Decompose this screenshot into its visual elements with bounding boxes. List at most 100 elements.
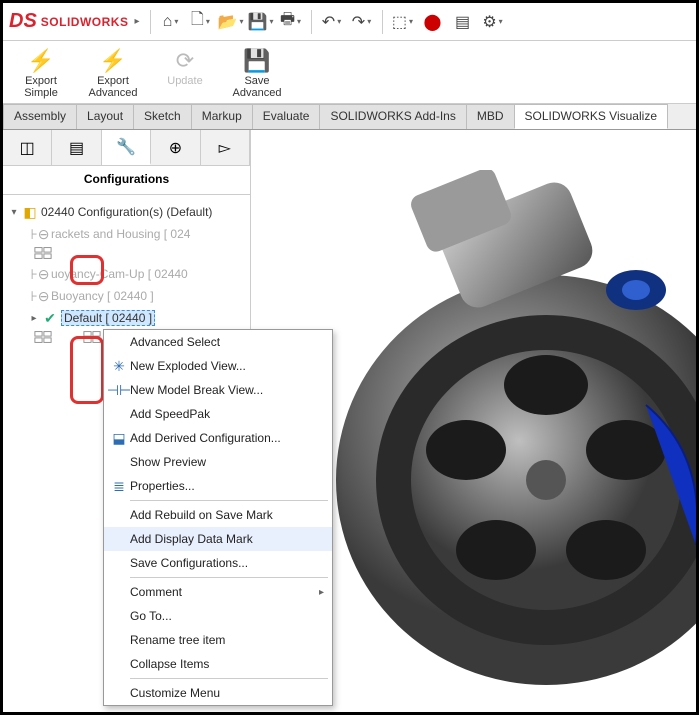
toolbar-separator <box>311 10 312 34</box>
ctx-collapse-items[interactable]: Collapse Items <box>104 652 332 676</box>
menu-separator <box>130 500 328 501</box>
ctx-customize-menu[interactable]: Customize Menu <box>104 681 332 705</box>
tree-item-label: rackets and Housing [ 024 <box>51 227 190 241</box>
menu-label: Add Derived Configuration... <box>130 431 281 445</box>
logo-mark-icon: DS <box>9 10 37 33</box>
ribbon-label: Export Advanced <box>89 75 138 99</box>
divider <box>3 194 250 195</box>
configuration-tree: ▾ ◧ 02440 Configuration(s) (Default) ⊦⊖ … <box>3 199 250 347</box>
top-toolbar: DS SOLIDWORKS ▸ ⌂▾ 🗋▾ 📂▾ 💾▾ 🖶▾ ↶▾ ↷▾ ⬚▾ … <box>3 3 696 41</box>
display-data-mark-icon <box>82 329 102 345</box>
menu-separator <box>130 577 328 578</box>
ctx-add-derived-config[interactable]: ⬓Add Derived Configuration... <box>104 426 332 450</box>
ribbon: ⚡ Export Simple ⚡ Export Advanced ⟳ Upda… <box>3 41 696 104</box>
app-window: DS SOLIDWORKS ▸ ⌂▾ 🗋▾ 📂▾ 💾▾ 🖶▾ ↶▾ ↷▾ ⬚▾ … <box>0 0 699 715</box>
tree-item[interactable]: ⊦⊖ uoyancy-Cam-Up [ 02440 <box>7 263 250 285</box>
ctx-show-preview[interactable]: Show Preview <box>104 450 332 474</box>
tab-addins[interactable]: SOLIDWORKS Add-Ins <box>319 104 466 129</box>
ctx-add-display-data-mark[interactable]: Add Display Data Mark <box>104 527 332 551</box>
ribbon-label: Update <box>167 75 202 87</box>
bolt-icon: ⚡ <box>98 47 128 75</box>
rebuild-button[interactable]: ⬤ <box>419 8 447 36</box>
panel-mini-tabs: ◫ ▤ 🔧 ⊕ ▻ <box>3 130 250 166</box>
display-data-mark-icon <box>33 245 53 261</box>
ctx-save-configurations[interactable]: Save Configurations... <box>104 551 332 575</box>
config-icon: ⊦⊖ <box>31 225 49 243</box>
toolbar-separator <box>150 10 151 34</box>
bolt-icon: ⚡ <box>26 47 56 75</box>
ribbon-label: Save Advanced <box>233 75 282 99</box>
mini-tab-feature-icon[interactable]: ◫ <box>3 130 52 165</box>
new-button[interactable]: 🗋▾ <box>187 8 215 36</box>
ctx-properties[interactable]: ≣Properties... <box>104 474 332 498</box>
menu-label: Properties... <box>130 479 195 493</box>
menu-label: Rename tree item <box>130 633 225 647</box>
exploded-view-icon: ✳ <box>108 358 130 375</box>
menu-label: Go To... <box>130 609 172 623</box>
derived-config-icon: ⬓ <box>108 430 130 447</box>
mini-tab-config-icon[interactable]: 🔧 <box>102 130 151 165</box>
undo-button[interactable]: ↶▾ <box>318 8 346 36</box>
break-view-icon: ⊣⊢ <box>108 382 130 399</box>
mini-tab-more-icon[interactable]: ▻ <box>201 130 250 165</box>
open-button[interactable]: 📂▾ <box>217 8 245 36</box>
update-button: ⟳ Update <box>157 47 213 99</box>
tab-mbd[interactable]: MBD <box>466 104 515 129</box>
print-button[interactable]: 🖶▾ <box>277 8 305 36</box>
ctx-add-speedpak[interactable]: Add SpeedPak <box>104 402 332 426</box>
tree-item[interactable]: ⊦⊖ rackets and Housing [ 024 <box>7 223 250 245</box>
expand-icon[interactable]: ▸ <box>27 313 41 324</box>
save-advanced-button[interactable]: 💾 Save Advanced <box>229 47 285 99</box>
flag-icon: ✔ <box>41 309 59 327</box>
chevron-right-icon: ▸ <box>319 587 324 598</box>
export-simple-button[interactable]: ⚡ Export Simple <box>13 47 69 99</box>
display-data-mark-icon <box>33 329 53 345</box>
save-button[interactable]: 💾▾ <box>247 8 275 36</box>
logo-dropdown-icon[interactable]: ▸ <box>134 16 139 27</box>
settings-button[interactable]: ⚙▾ <box>479 8 507 36</box>
tab-assembly[interactable]: Assembly <box>3 104 77 129</box>
select-button[interactable]: ⬚▾ <box>389 8 417 36</box>
ctx-rename-tree-item[interactable]: Rename tree item <box>104 628 332 652</box>
tree-item[interactable]: ⊦⊖ Buoyancy [ 02440 ] <box>7 285 250 307</box>
menu-label: Add Rebuild on Save Mark <box>130 508 273 522</box>
home-button[interactable]: ⌂▾ <box>157 8 185 36</box>
save-icon: 💾 <box>242 47 272 75</box>
tree-root-label: 02440 Configuration(s) (Default) <box>41 205 212 219</box>
menu-label: New Exploded View... <box>130 359 246 373</box>
ctx-go-to[interactable]: Go To... <box>104 604 332 628</box>
menu-label: Save Configurations... <box>130 556 248 570</box>
ctx-add-rebuild-mark[interactable]: Add Rebuild on Save Mark <box>104 503 332 527</box>
tab-evaluate[interactable]: Evaluate <box>252 104 321 129</box>
ctx-new-exploded-view[interactable]: ✳New Exploded View... <box>104 354 332 378</box>
menu-label: Advanced Select <box>130 335 220 349</box>
export-advanced-button[interactable]: ⚡ Export Advanced <box>85 47 141 99</box>
command-tab-strip: Assembly Layout Sketch Markup Evaluate S… <box>3 104 696 130</box>
menu-label: Customize Menu <box>130 686 220 700</box>
panel-title: Configurations <box>3 166 250 192</box>
tab-sketch[interactable]: Sketch <box>133 104 192 129</box>
collapse-icon[interactable]: ▾ <box>7 207 21 218</box>
config-root-icon: ◧ <box>21 203 39 221</box>
config-icon: ⊦⊖ <box>31 265 49 283</box>
tab-markup[interactable]: Markup <box>191 104 253 129</box>
tree-item-label: Default [ 02440 ] <box>61 310 155 326</box>
config-icon: ⊦⊖ <box>31 287 49 305</box>
ctx-comment[interactable]: Comment ▸ <box>104 580 332 604</box>
mini-tab-property-icon[interactable]: ▤ <box>52 130 101 165</box>
ctx-new-model-break-view[interactable]: ⊣⊢New Model Break View... <box>104 378 332 402</box>
menu-label: Add Display Data Mark <box>130 532 253 546</box>
tree-root[interactable]: ▾ ◧ 02440 Configuration(s) (Default) <box>7 201 250 223</box>
tab-layout[interactable]: Layout <box>76 104 134 129</box>
ribbon-label: Export Simple <box>24 75 58 99</box>
menu-label: Comment <box>130 585 182 599</box>
redo-button[interactable]: ↷▾ <box>348 8 376 36</box>
menu-label: Collapse Items <box>130 657 209 671</box>
options-button[interactable]: ▤ <box>449 8 477 36</box>
tab-visualize[interactable]: SOLIDWORKS Visualize <box>514 104 669 129</box>
ctx-advanced-select[interactable]: Advanced Select <box>104 330 332 354</box>
tree-item-selected[interactable]: ▸ ✔ Default [ 02440 ] <box>7 307 250 329</box>
context-menu: Advanced Select ✳New Exploded View... ⊣⊢… <box>103 329 333 706</box>
mini-tab-display-icon[interactable]: ⊕ <box>151 130 200 165</box>
toolbar-separator <box>382 10 383 34</box>
